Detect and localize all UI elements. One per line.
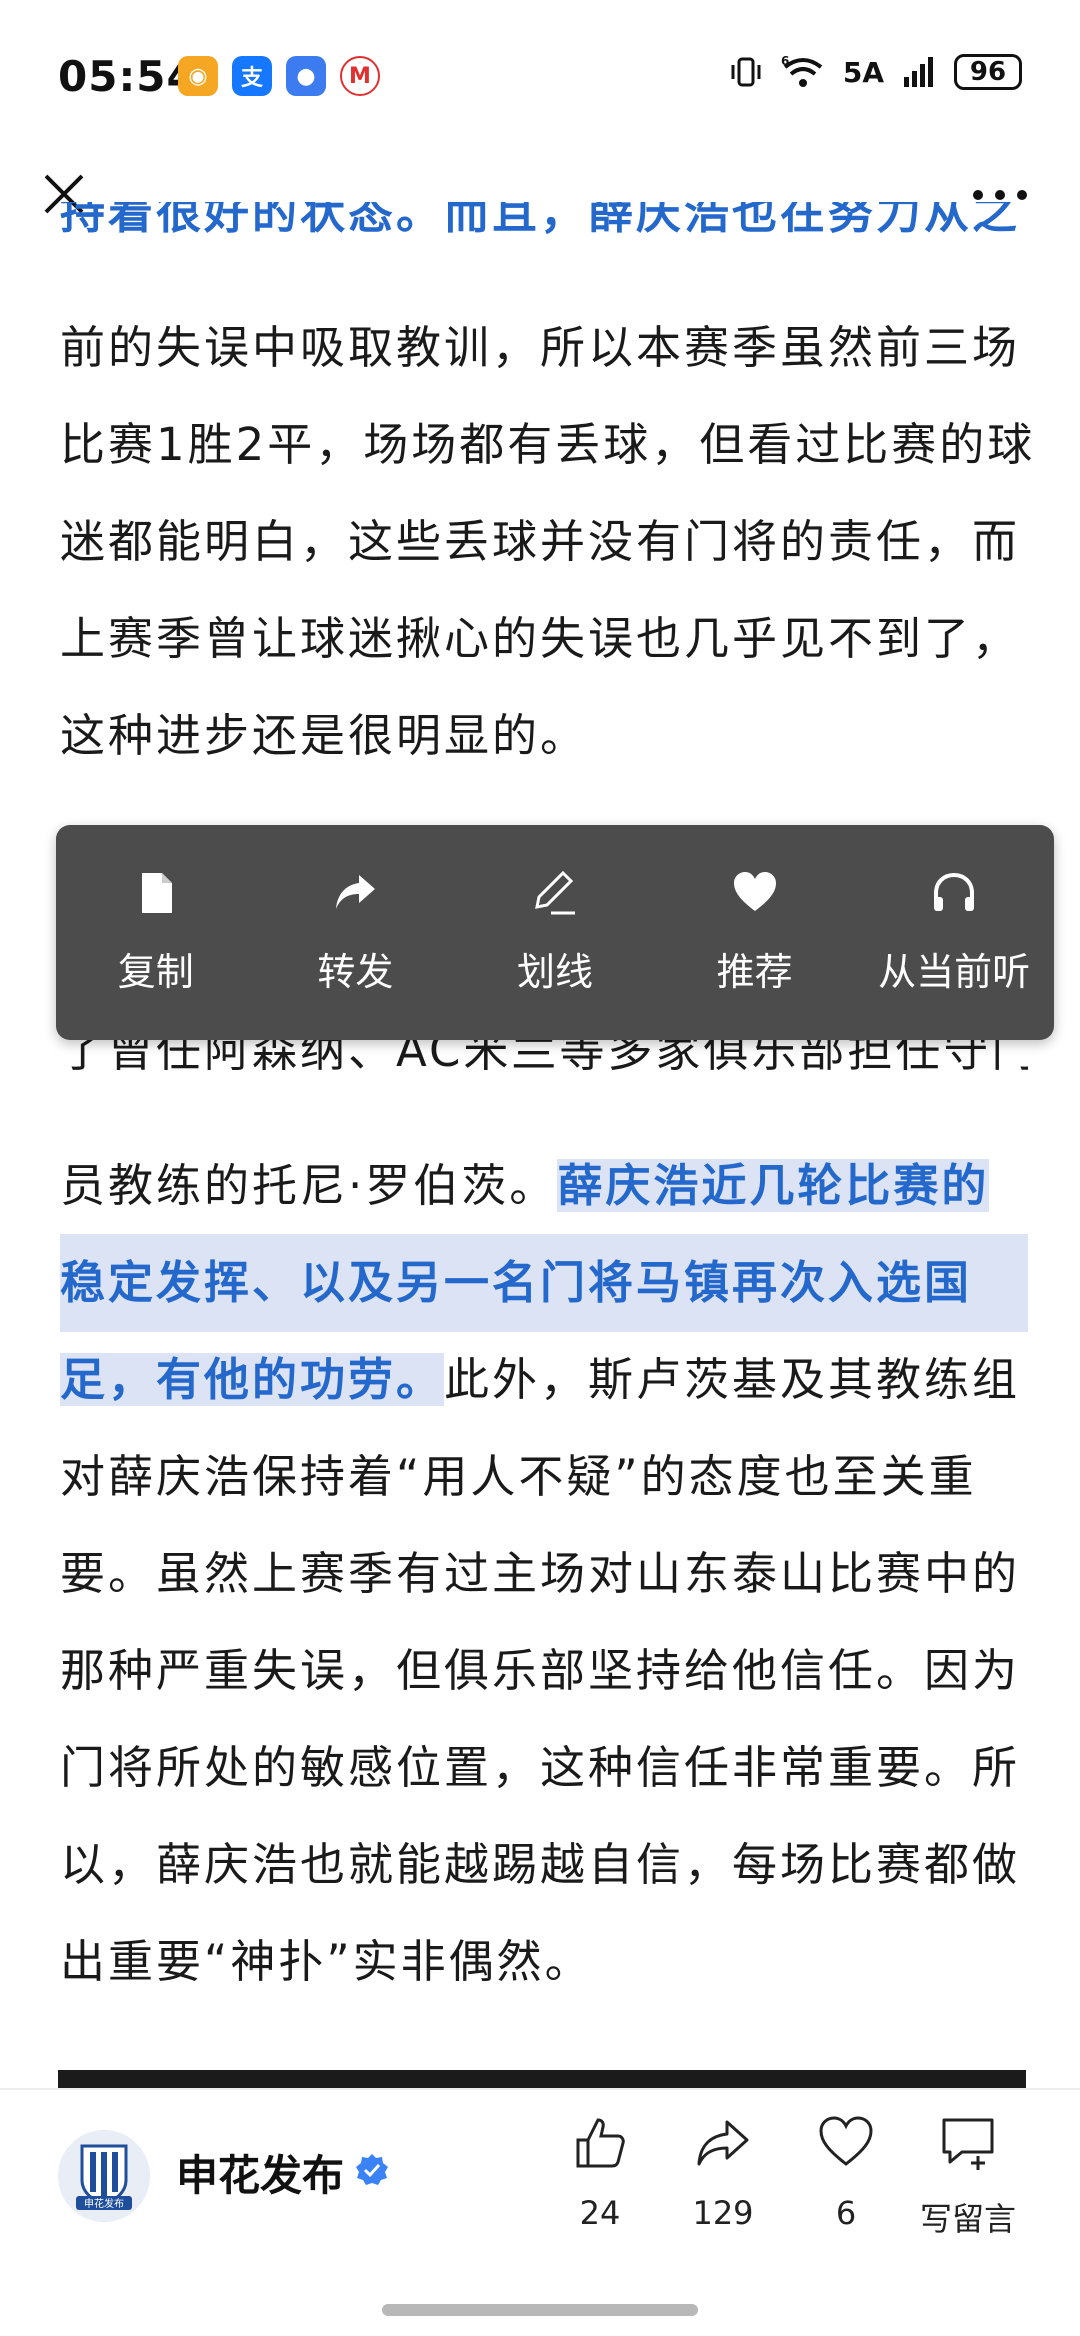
- alipay-icon: 支: [232, 56, 272, 96]
- weibo-icon: ◉: [178, 56, 218, 96]
- like-count: 24: [579, 2194, 621, 2232]
- article-line[interactable]: 前的失误中吸取教训，所以本赛季虽然前三场: [60, 299, 1028, 397]
- article-image[interactable]: [58, 2070, 1026, 2090]
- article-line-highlighted: 持着很好的状态。而且，薛庆浩也在努力从之: [60, 202, 1021, 239]
- copy-button[interactable]: 复制: [61, 869, 251, 996]
- system-status: 6 5A 96: [729, 54, 1022, 90]
- favorite-count: 6: [835, 2194, 857, 2232]
- article-line[interactable]: 门将所处的敏感位置，这种信任非常重要。所: [60, 1719, 1028, 1817]
- underline-label: 划线: [516, 950, 593, 994]
- selected-text[interactable]: 稳定发挥、以及另一名门将马镇再次入选国: [60, 1256, 972, 1309]
- network-type: 5A: [842, 55, 884, 89]
- status-time: 05:54: [58, 52, 197, 101]
- account-avatar[interactable]: 申花发布: [58, 2130, 150, 2222]
- shenhua-logo-icon: 申花发布: [58, 2130, 150, 2222]
- forward-label: 转发: [317, 950, 394, 994]
- wifi-badge: 6: [781, 55, 789, 68]
- verified-badge-icon: [356, 2154, 388, 2185]
- bottom-bar: 申花发布 申花发布 24 129 6 写留言: [0, 2088, 1080, 2336]
- home-indicator[interactable]: [382, 2304, 698, 2316]
- selected-text[interactable]: 薛庆浩近几轮比赛的: [557, 1159, 990, 1212]
- article-line[interactable]: 出重要“神扑”实非偶然。: [60, 1913, 1028, 2011]
- chat-bubble-icon: ●: [286, 56, 326, 96]
- pen-underline-icon: [535, 870, 575, 915]
- article-text: 此外，斯卢茨基及其教练组: [444, 1353, 1021, 1406]
- article-line[interactable]: 要。虽然上赛季有过主场对山东泰山比赛中的: [60, 1525, 1028, 1623]
- recommend-button[interactable]: 推荐: [660, 869, 850, 996]
- copy-label: 复制: [117, 950, 194, 994]
- write-comment-button[interactable]: 写留言: [908, 2112, 1028, 2240]
- selection-menu: 复制 转发 划线 推荐 从当前听: [56, 825, 1054, 1040]
- selected-text-line[interactable]: 稳定发挥、以及另一名门将马镇再次入选国: [60, 1234, 1028, 1332]
- share-arrow-icon: [336, 875, 376, 909]
- comment-add-icon: [942, 2118, 994, 2170]
- account-name[interactable]: 申花发布: [176, 2142, 344, 2203]
- wifi-icon: 6: [781, 55, 823, 87]
- underline-button[interactable]: 划线: [460, 869, 650, 996]
- article-line[interactable]: 比赛1胜2平，场场都有丢球，但看过比赛的球: [60, 396, 1032, 494]
- metro-icon: M: [340, 56, 380, 96]
- recommend-label: 推荐: [716, 950, 793, 994]
- avatar-caption: 申花发布: [84, 2197, 124, 2210]
- article-line[interactable]: 这种进步还是很明显的。: [60, 687, 1028, 785]
- vibrate-icon: [731, 57, 761, 87]
- article-line[interactable]: 那种严重失误，但俱乐部坚持给他信任。因为: [60, 1622, 1028, 1720]
- article-line: 持着很好的状态。而且，薛庆浩也在努力从之: [60, 202, 1028, 262]
- favorite-button[interactable]: 6: [786, 2112, 906, 2232]
- article-text: 员教练的托尼·罗伯茨。: [60, 1159, 558, 1212]
- article-line[interactable]: 足，有他的功劳。此外，斯卢茨基及其教练组: [60, 1331, 1028, 1429]
- signal-icon: [904, 57, 933, 87]
- forward-button[interactable]: 转发: [260, 869, 450, 996]
- article-line[interactable]: 迷都能明白，这些丢球并没有门将的责任，而: [60, 493, 1028, 591]
- article-line-partial[interactable]: 了曾任阿森纳、AC米兰等多家俱乐部担任守门: [60, 1040, 1028, 1100]
- listen-label: 从当前听: [878, 950, 1031, 994]
- notification-icons: ◉ 支 ● M: [178, 56, 380, 96]
- status-bar: 05:54 ◉ 支 ● M 6 5A 96: [0, 0, 1080, 150]
- share-icon: [697, 2120, 749, 2166]
- article-line[interactable]: 上赛季曾让球迷揪心的失误也几乎见不到了，: [60, 590, 1028, 688]
- share-count: 129: [692, 2194, 754, 2232]
- battery-indicator: 96: [954, 54, 1022, 90]
- article-line[interactable]: 员教练的托尼·罗伯茨。薛庆浩近几轮比赛的: [60, 1137, 1028, 1235]
- like-button[interactable]: 24: [540, 2112, 660, 2232]
- share-button[interactable]: 129: [663, 2112, 783, 2232]
- comment-label: 写留言: [919, 2200, 1016, 2238]
- listen-from-here-button[interactable]: 从当前听: [859, 869, 1049, 996]
- thumbs-up-icon: [576, 2118, 625, 2168]
- heart-icon: [733, 872, 776, 911]
- article-line[interactable]: 以，薛庆浩也就能越踢越自信，每场比赛都做: [60, 1816, 1028, 1914]
- article-line[interactable]: 对薛庆浩保持着“用人不疑”的态度也至关重: [60, 1428, 1028, 1526]
- selected-text[interactable]: 足，有他的功劳。: [60, 1353, 445, 1406]
- document-icon: [141, 873, 172, 913]
- headphones-icon: [934, 872, 975, 911]
- heart-outline-icon: [819, 2116, 873, 2166]
